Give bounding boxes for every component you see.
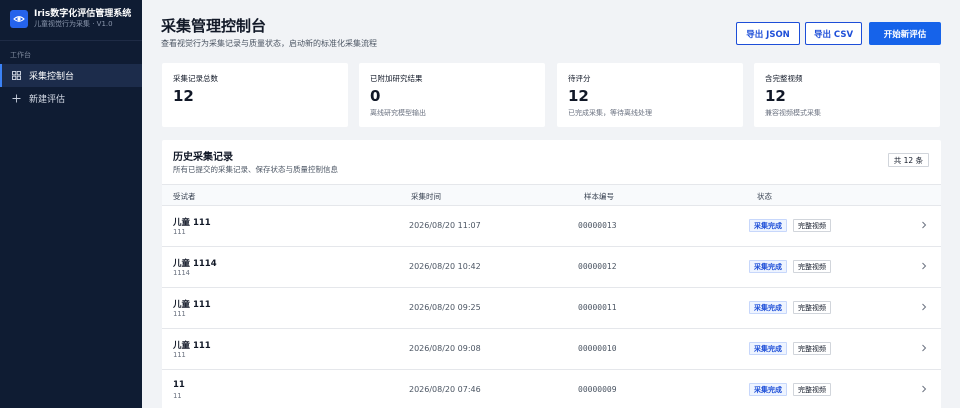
export-json-button[interactable]: 导出 JSON	[736, 22, 800, 45]
column-sample: 样本编号	[584, 192, 614, 201]
video-badge: 完整视频	[793, 383, 831, 396]
video-badge: 完整视频	[793, 301, 831, 314]
subject-name: 儿童 1114	[173, 259, 217, 269]
stat-card-total: 采集记录总数 12	[162, 63, 348, 127]
record-time: 2026/08/20 10:42	[409, 262, 481, 271]
table-row[interactable]: 儿童 1114 1114 2026/08/20 10:42 00000012 采…	[162, 247, 941, 288]
subject-id: 111	[173, 310, 186, 318]
sidebar-item-label: 采集控制台	[29, 72, 75, 82]
table-row[interactable]: 儿童 111 111 2026/08/20 11:07 00000013 采集完…	[162, 206, 941, 247]
subject-name: 儿童 111	[173, 341, 211, 351]
subject-id: 1114	[173, 269, 190, 277]
chevron-right-icon[interactable]	[919, 384, 929, 394]
records-subtitle: 所有已提交的采集记录、保存状态与质量控制信息	[173, 165, 338, 174]
sample-number: 00000011	[578, 303, 617, 312]
record-time: 2026/08/20 11:07	[409, 221, 481, 230]
subject-name: 儿童 111	[173, 300, 211, 310]
grid-icon	[11, 71, 21, 81]
column-subject: 受试者	[173, 192, 196, 201]
column-status: 状态	[757, 192, 772, 201]
page-subtitle: 查看视觉行为采集记录与质量状态，启动新的标准化采集流程	[161, 39, 377, 48]
subject-id: 11	[173, 392, 182, 400]
stat-value: 12	[568, 87, 589, 105]
stat-note: 离线研究模型输出	[370, 109, 426, 117]
chevron-right-icon[interactable]	[919, 220, 929, 230]
stat-card-pending: 待评分 12 已完成采集，等待离线处理	[557, 63, 743, 127]
record-time: 2026/08/20 07:46	[409, 385, 481, 394]
records-panel: 历史采集记录 所有已提交的采集记录、保存状态与质量控制信息 共 12 条 受试者…	[162, 140, 941, 408]
status-badge: 采集完成	[749, 383, 787, 396]
sidebar-section-label: 工作台	[10, 51, 31, 59]
stat-note: 兼容视频模式采集	[765, 109, 821, 117]
video-badge: 完整视频	[793, 219, 831, 232]
chevron-right-icon[interactable]	[919, 302, 929, 312]
stat-value: 12	[173, 87, 194, 105]
table-row[interactable]: 儿童 111 111 2026/08/20 09:08 00000010 采集完…	[162, 329, 941, 370]
stat-card-results: 已附加研究结果 0 离线研究模型输出	[359, 63, 545, 127]
video-badge: 完整视频	[793, 260, 831, 273]
sidebar-item-label: 新建评估	[29, 95, 66, 105]
chevron-right-icon[interactable]	[919, 261, 929, 271]
table-header: 受试者 采集时间 样本编号 状态	[162, 184, 941, 206]
sidebar: Iris数字化评估管理系统 儿童视觉行为采集 · V1.0 工作台 采集控制台 …	[0, 0, 142, 408]
status-badge: 采集完成	[749, 301, 787, 314]
table-row[interactable]: 11 11 2026/08/20 07:46 00000009 采集完成 完整视…	[162, 370, 941, 408]
stat-label: 采集记录总数	[173, 74, 218, 83]
stat-value: 12	[765, 87, 786, 105]
subject-name: 儿童 111	[173, 218, 211, 228]
brand: Iris数字化评估管理系统 儿童视觉行为采集 · V1.0	[0, 0, 142, 40]
status-badge: 采集完成	[749, 260, 787, 273]
sidebar-item-console[interactable]: 采集控制台	[0, 64, 142, 87]
status-badge: 采集完成	[749, 342, 787, 355]
record-time: 2026/08/20 09:25	[409, 303, 481, 312]
brand-title: Iris数字化评估管理系统	[34, 9, 132, 19]
page-title: 采集管理控制台	[161, 17, 267, 35]
records-title: 历史采集记录	[173, 152, 233, 163]
chevron-right-icon[interactable]	[919, 343, 929, 353]
main-content: 采集管理控制台 查看视觉行为采集记录与质量状态，启动新的标准化采集流程 导出 J…	[142, 0, 960, 408]
stat-label: 待评分	[568, 74, 591, 83]
stat-note: 已完成采集，等待离线处理	[568, 109, 652, 117]
plus-icon	[11, 94, 21, 104]
record-time: 2026/08/20 09:08	[409, 344, 481, 353]
sidebar-item-new-assessment[interactable]: 新建评估	[0, 87, 142, 110]
stat-card-video: 含完整视频 12 兼容视频模式采集	[754, 63, 940, 127]
sample-number: 00000010	[578, 344, 617, 353]
subject-id: 111	[173, 351, 186, 359]
stat-value: 0	[370, 87, 381, 105]
video-badge: 完整视频	[793, 342, 831, 355]
sample-number: 00000013	[578, 221, 617, 230]
subject-id: 111	[173, 228, 186, 236]
stat-label: 已附加研究结果	[370, 74, 423, 83]
sample-number: 00000012	[578, 262, 617, 271]
subject-name: 11	[173, 380, 185, 390]
start-assessment-button[interactable]: 开始新评估	[869, 22, 941, 45]
status-badge: 采集完成	[749, 219, 787, 232]
stat-label: 含完整视频	[765, 74, 803, 83]
sample-number: 00000009	[578, 385, 617, 394]
eye-logo-icon	[10, 10, 28, 28]
table-row[interactable]: 儿童 111 111 2026/08/20 09:25 00000011 采集完…	[162, 288, 941, 329]
export-csv-button[interactable]: 导出 CSV	[805, 22, 862, 45]
column-time: 采集时间	[411, 192, 441, 201]
brand-subtitle: 儿童视觉行为采集 · V1.0	[34, 20, 113, 28]
record-count-badge: 共 12 条	[887, 153, 929, 167]
